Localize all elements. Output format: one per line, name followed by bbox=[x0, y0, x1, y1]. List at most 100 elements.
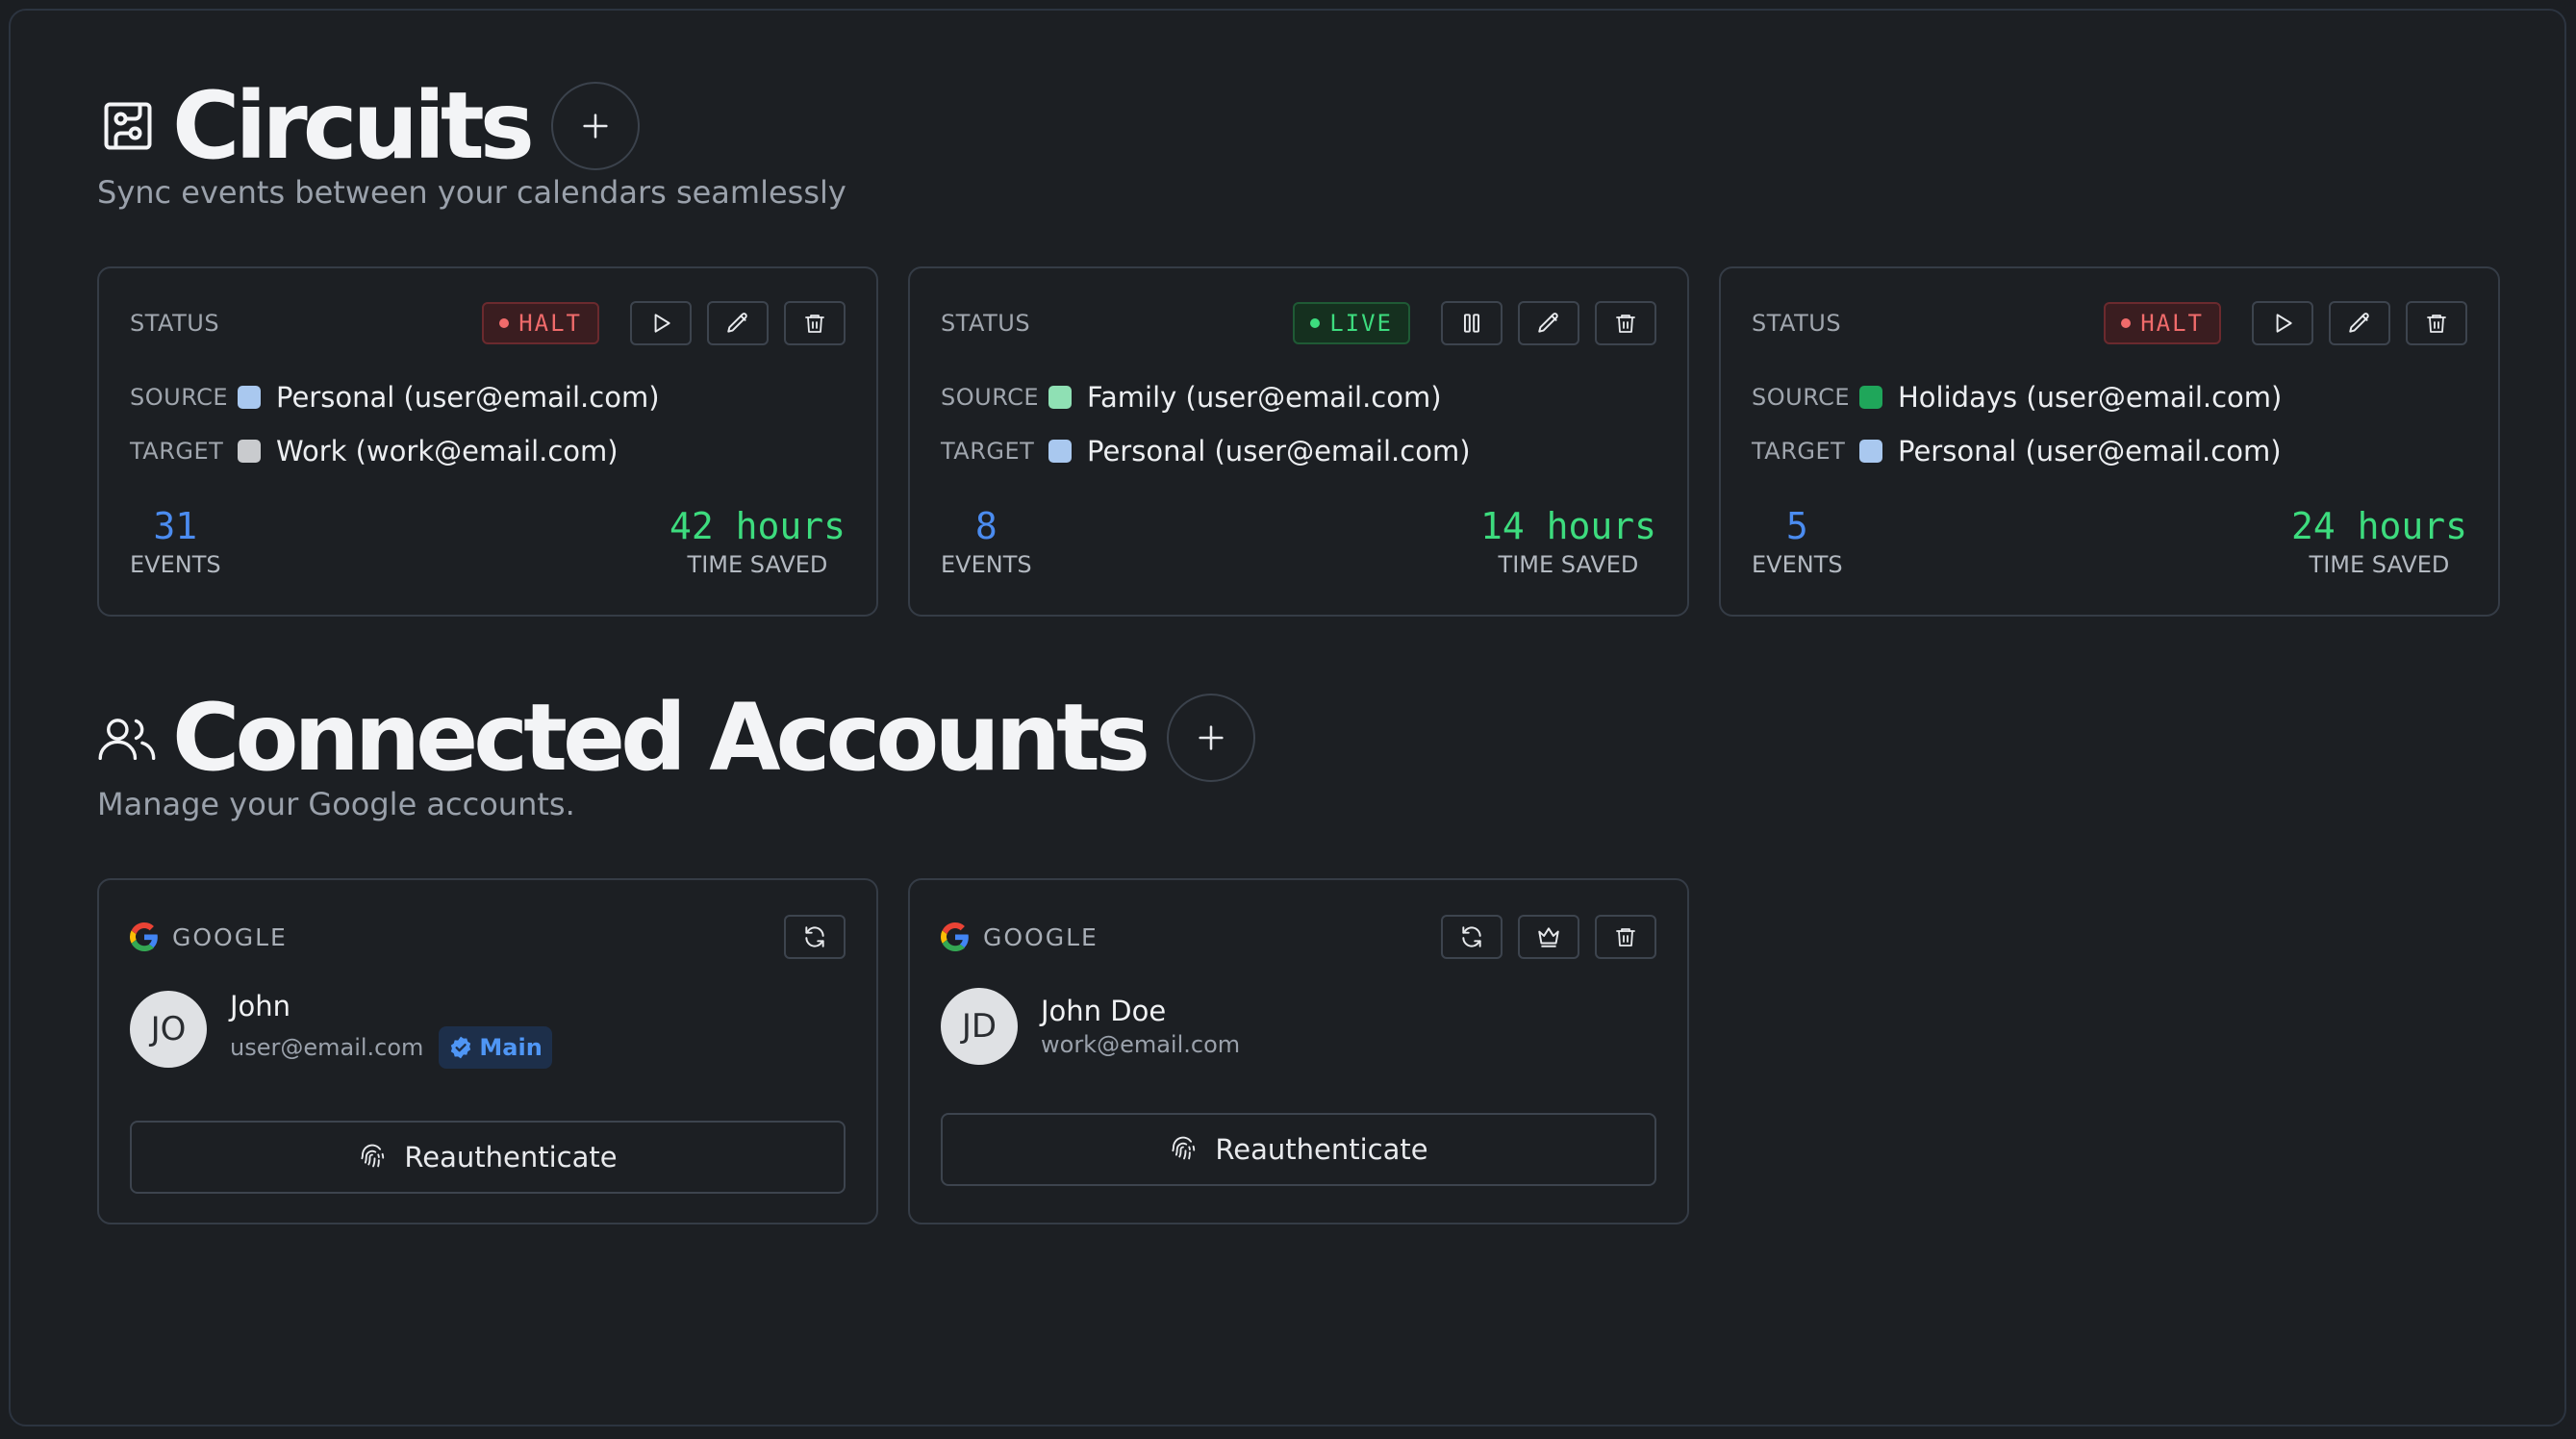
time-saved-label: TIME SAVED bbox=[687, 551, 828, 578]
status-dot-icon bbox=[499, 318, 510, 328]
target-calendar: Work (work@email.com) bbox=[276, 435, 619, 467]
avatar: JD bbox=[941, 988, 1018, 1065]
app-frame: Circuits Sync events between your calend… bbox=[9, 9, 2566, 1426]
account-card-1: GOOGLE JO John user@email.com Main Reaut… bbox=[97, 878, 878, 1224]
section-title: Connected Accounts bbox=[172, 684, 1150, 792]
events-label: EVENTS bbox=[130, 551, 221, 578]
delete-account-button[interactable] bbox=[1595, 915, 1656, 959]
status-dot-icon bbox=[1310, 318, 1321, 328]
fingerprint-icon bbox=[1172, 1136, 1196, 1160]
refresh-button[interactable] bbox=[784, 915, 846, 959]
time-saved-value: 14 hours bbox=[1479, 505, 1656, 547]
refresh-icon bbox=[1462, 926, 1481, 947]
status-label: STATUS bbox=[1752, 310, 1842, 337]
account-card-2: GOOGLE JD John Doe work@email.com Reauth… bbox=[908, 878, 1689, 1224]
google-icon bbox=[941, 922, 969, 951]
account-email-row: user@email.com Main bbox=[230, 1026, 552, 1069]
page-title: Circuits bbox=[172, 72, 535, 180]
provider-label: GOOGLE bbox=[983, 922, 1099, 951]
trash-icon bbox=[1616, 928, 1635, 947]
source-label: SOURCE bbox=[941, 384, 1040, 411]
target-row: TARGET Work (work@email.com) bbox=[130, 432, 619, 470]
pencil-icon bbox=[1538, 313, 1558, 333]
status-label: STATUS bbox=[130, 310, 220, 337]
status-text: HALT bbox=[2140, 310, 2204, 337]
events-stat: 31 EVENTS bbox=[130, 503, 221, 578]
pause-button[interactable] bbox=[1441, 301, 1503, 345]
time-saved-stat: 14 hours TIME SAVED bbox=[1480, 503, 1656, 578]
edit-button[interactable] bbox=[1518, 301, 1579, 345]
circuit-status-row: STATUS LIVE bbox=[941, 301, 1656, 345]
time-saved-value: 24 hours bbox=[2290, 505, 2467, 547]
circuits-subtitle: Sync events between your calendars seaml… bbox=[97, 174, 846, 211]
trash-icon bbox=[805, 315, 824, 333]
events-stat: 5 EVENTS bbox=[1752, 503, 1843, 578]
source-row: SOURCE Holidays (user@email.com) bbox=[1752, 378, 2282, 417]
source-color-swatch bbox=[238, 386, 261, 409]
refresh-button[interactable] bbox=[1441, 915, 1503, 959]
avatar: JO bbox=[130, 991, 207, 1068]
pause-icon bbox=[1463, 314, 1480, 333]
circuit-card-1: STATUS HALT SOURCE Personal (user@email.… bbox=[97, 266, 878, 617]
verified-icon bbox=[451, 1036, 471, 1059]
source-label: SOURCE bbox=[130, 384, 229, 411]
target-label: TARGET bbox=[1752, 438, 1846, 465]
reauthenticate-button[interactable]: Reauthenticate bbox=[130, 1121, 846, 1194]
account-name: John bbox=[230, 990, 291, 1022]
make-main-button[interactable] bbox=[1518, 915, 1579, 959]
target-color-swatch bbox=[238, 440, 261, 463]
account-card-header: GOOGLE bbox=[941, 913, 1656, 961]
target-color-swatch bbox=[1048, 440, 1072, 463]
status-badge: HALT bbox=[2104, 302, 2221, 344]
main-badge-label: Main bbox=[479, 1034, 543, 1061]
events-label: EVENTS bbox=[941, 551, 1032, 578]
delete-button[interactable] bbox=[2406, 301, 2467, 345]
play-button[interactable] bbox=[2252, 301, 2313, 345]
refresh-icon bbox=[805, 926, 824, 947]
circuit-board-icon bbox=[97, 95, 159, 157]
source-color-swatch bbox=[1859, 386, 1882, 409]
accounts-subtitle: Manage your Google accounts. bbox=[97, 786, 575, 822]
time-saved-stat: 24 hours TIME SAVED bbox=[2291, 503, 2467, 578]
target-label: TARGET bbox=[130, 438, 224, 465]
source-calendar: Personal (user@email.com) bbox=[276, 381, 660, 414]
target-calendar: Personal (user@email.com) bbox=[1087, 435, 1471, 467]
trash-icon bbox=[2427, 315, 2446, 333]
circuit-status-row: STATUS HALT bbox=[130, 301, 846, 345]
source-calendar: Holidays (user@email.com) bbox=[1898, 381, 2283, 414]
add-circuit-button[interactable] bbox=[550, 82, 640, 170]
delete-button[interactable] bbox=[784, 301, 846, 345]
edit-button[interactable] bbox=[707, 301, 769, 345]
events-count: 5 bbox=[1785, 505, 1808, 547]
account-info: JO John user@email.com Main bbox=[130, 990, 552, 1069]
reauthenticate-label: Reauthenticate bbox=[1215, 1133, 1428, 1166]
delete-button[interactable] bbox=[1595, 301, 1656, 345]
add-account-button[interactable] bbox=[1167, 694, 1256, 782]
circuit-card-3: STATUS HALT SOURCE Holidays (user@email.… bbox=[1719, 266, 2500, 617]
account-email-row: work@email.com bbox=[1041, 1031, 1240, 1058]
target-calendar: Personal (user@email.com) bbox=[1898, 435, 2282, 467]
circuit-card-2: STATUS LIVE SOURCE Family (user@email.co… bbox=[908, 266, 1689, 617]
account-email: work@email.com bbox=[1041, 1031, 1241, 1058]
time-saved-label: TIME SAVED bbox=[2309, 551, 2450, 578]
users-icon bbox=[97, 707, 159, 769]
account-email: user@email.com bbox=[230, 1034, 424, 1061]
play-icon bbox=[2276, 314, 2292, 333]
provider-label: GOOGLE bbox=[172, 922, 288, 951]
events-label: EVENTS bbox=[1752, 551, 1843, 578]
time-saved-value: 42 hours bbox=[669, 505, 846, 547]
status-badge: LIVE bbox=[1293, 302, 1410, 344]
target-row: TARGET Personal (user@email.com) bbox=[1752, 432, 2282, 470]
accounts-header: Connected Accounts bbox=[97, 684, 1256, 792]
main-account-badge: Main bbox=[439, 1026, 552, 1069]
reauthenticate-label: Reauthenticate bbox=[404, 1141, 618, 1174]
status-text: LIVE bbox=[1329, 310, 1393, 337]
play-icon bbox=[654, 314, 670, 333]
play-button[interactable] bbox=[630, 301, 692, 345]
edit-button[interactable] bbox=[2329, 301, 2390, 345]
reauthenticate-button[interactable]: Reauthenticate bbox=[941, 1113, 1656, 1186]
google-icon bbox=[130, 922, 158, 951]
target-row: TARGET Personal (user@email.com) bbox=[941, 432, 1471, 470]
source-color-swatch bbox=[1048, 386, 1072, 409]
account-name: John Doe bbox=[1041, 995, 1167, 1027]
